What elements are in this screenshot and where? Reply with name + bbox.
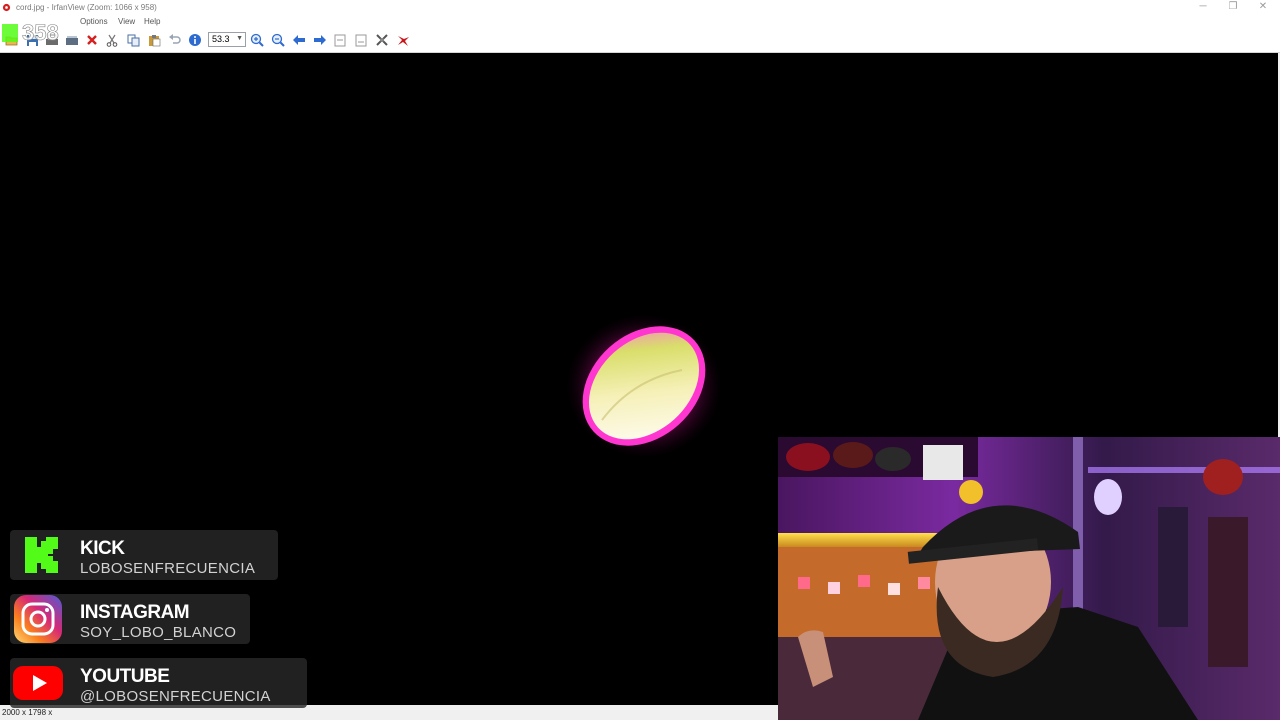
social-panel-youtube: YOUTUBE @LOBOSENFRECUENCIA xyxy=(10,658,307,708)
menu-help[interactable]: Help xyxy=(144,17,160,26)
chevron-down-icon[interactable]: ▼ xyxy=(236,35,243,42)
social-handle: LOBOSENFRECUENCIA xyxy=(80,560,256,577)
copy-icon[interactable] xyxy=(125,32,141,48)
zoom-in-icon[interactable] xyxy=(249,32,265,48)
youtube-logo-icon xyxy=(10,658,66,708)
window-title-bar: cord.jpg - IrfanView (Zoom: 1066 x 958) … xyxy=(0,0,1280,15)
irfanview-app-icon xyxy=(2,3,11,12)
social-handle: @LOBOSENFRECUENCIA xyxy=(80,688,271,705)
info-icon[interactable] xyxy=(187,32,203,48)
cut-icon[interactable] xyxy=(104,32,120,48)
stream-overlay-logo: 358 xyxy=(0,18,90,46)
image-dimensions: 2000 x 1798 x xyxy=(2,708,53,717)
social-platform-label: YOUTUBE xyxy=(80,666,170,687)
zoom-out-icon[interactable] xyxy=(270,32,286,48)
social-panel-kick: KICK LOBOSENFRECUENCIA xyxy=(10,530,278,580)
zoom-level-value: 53.3 xyxy=(212,34,230,44)
undo-icon[interactable] xyxy=(166,32,182,48)
overlay-logo-text: 358 xyxy=(22,20,59,45)
menu-bar: Options View Help xyxy=(0,15,1280,28)
social-panel-instagram: INSTAGRAM SOY_LOBO_BLANCO xyxy=(10,594,250,644)
previous-icon[interactable] xyxy=(291,32,307,48)
zoom-level-input[interactable]: 53.3 ▼ xyxy=(208,32,246,47)
settings-icon[interactable] xyxy=(374,32,390,48)
social-handle: SOY_LOBO_BLANCO xyxy=(80,624,237,641)
minimize-button[interactable]: ─ xyxy=(1196,1,1210,13)
kick-logo-icon xyxy=(10,530,74,580)
webcam-scene xyxy=(778,437,1280,720)
social-platform-label: KICK xyxy=(80,538,125,559)
paste-icon[interactable] xyxy=(146,32,162,48)
restore-button[interactable]: ❐ xyxy=(1226,1,1240,13)
instagram-logo-icon xyxy=(10,594,66,644)
toolbar: 53.3 ▼ xyxy=(0,28,1280,53)
menu-view[interactable]: View xyxy=(118,17,135,26)
first-page-icon[interactable] xyxy=(332,32,348,48)
ufo-light-image xyxy=(566,314,722,458)
close-button[interactable]: ✕ xyxy=(1256,1,1270,13)
social-platform-label: INSTAGRAM xyxy=(80,602,190,623)
irfanview-icon[interactable] xyxy=(395,32,411,48)
webcam-feed xyxy=(778,437,1280,720)
next-icon[interactable] xyxy=(312,32,328,48)
last-page-icon[interactable] xyxy=(353,32,369,48)
window-title: cord.jpg - IrfanView (Zoom: 1066 x 958) xyxy=(16,3,157,12)
